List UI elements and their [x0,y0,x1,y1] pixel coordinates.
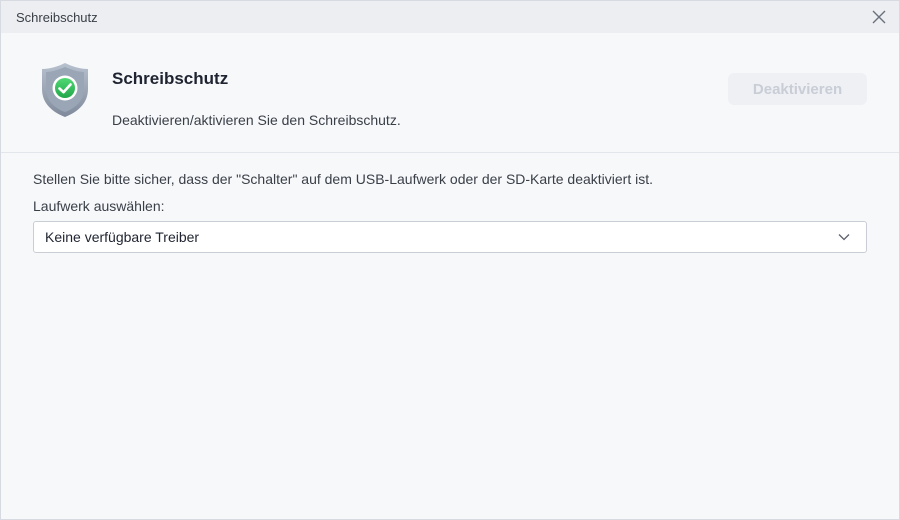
chevron-down-icon [838,234,850,241]
shield-check-icon [42,63,88,117]
drive-select-label: Laufwerk auswählen: [33,198,165,214]
dialog-window: Schreibschutz Schreibschutz Deaktivieren… [0,0,900,520]
close-button[interactable] [867,5,891,29]
title-bar: Schreibschutz [1,1,899,33]
drive-select[interactable]: Keine verfügbare Treiber [33,221,867,253]
hint-text: Stellen Sie bitte sicher, dass der "Scha… [33,171,653,187]
feature-title: Schreibschutz [112,69,229,88]
drive-select-value: Keine verfügbare Treiber [45,229,200,245]
feature-header: Schreibschutz Deaktivieren/aktivieren Si… [1,33,899,153]
main-content: Stellen Sie bitte sicher, dass der "Scha… [33,153,867,253]
feature-description: Deaktivieren/aktivieren Sie den Schreibs… [112,112,401,128]
close-icon [872,10,886,24]
window-title: Schreibschutz [16,10,98,25]
deactivate-button[interactable]: Deaktivieren [728,73,867,105]
